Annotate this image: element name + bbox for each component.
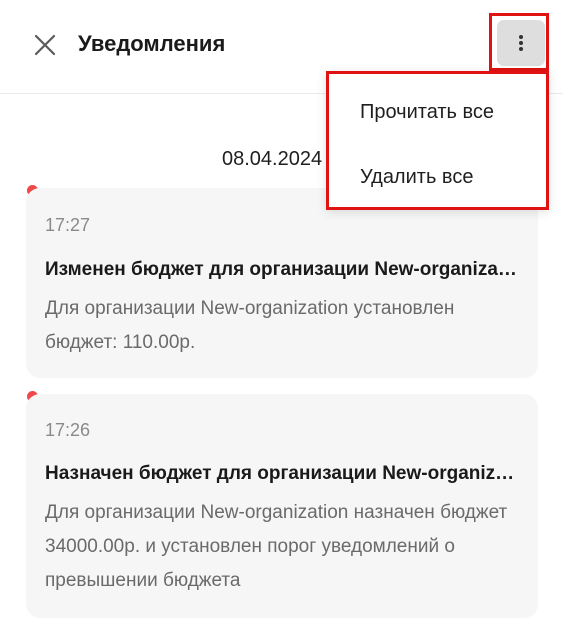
- notification-time: 17:27: [45, 215, 91, 235]
- notification-card[interactable]: 17:26 Назначен бюджет для организации Ne…: [26, 394, 538, 618]
- notification-time: 17:26: [45, 420, 91, 440]
- more-options-button[interactable]: [497, 20, 545, 66]
- close-icon: [34, 34, 56, 56]
- menu-item-read-all[interactable]: Прочитать все: [360, 99, 494, 125]
- notification-body: Для организации New-organization назначе…: [45, 502, 508, 591]
- notifications-panel: Уведомления 08.04.2024 17:27 Изменен бюд…: [0, 0, 563, 624]
- close-button[interactable]: [30, 30, 60, 60]
- options-dropdown-menu: Прочитать все Удалить все: [326, 71, 549, 210]
- page-title: Уведомления: [78, 31, 226, 56]
- notification-body: Для организации New-organization установ…: [45, 298, 455, 353]
- notification-title: Назначен бюджет для организации New-orga…: [45, 463, 523, 484]
- date-group-label: 08.04.2024: [222, 148, 323, 170]
- notification-card[interactable]: 17:27 Изменен бюджет для организации New…: [26, 188, 538, 378]
- menu-item-delete-all[interactable]: Удалить все: [360, 164, 473, 190]
- notification-title: Изменен бюджет для организации New-organ…: [45, 259, 523, 280]
